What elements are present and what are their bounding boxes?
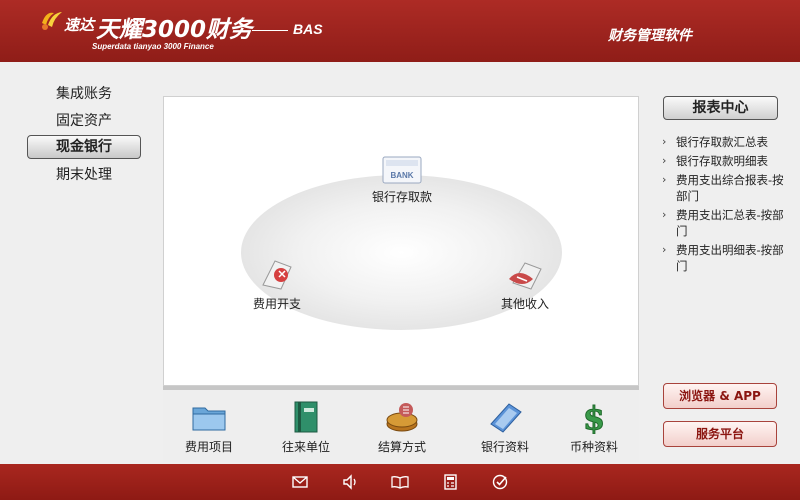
flow-bank-deposit-withdraw[interactable]: BANK 银行存取款: [364, 154, 440, 205]
tool-label: 银行资料: [480, 440, 529, 454]
app-header: 速达 天耀3000财务 Superdata tianyao 3000 Finan…: [0, 0, 800, 62]
tool-label: 费用项目: [184, 440, 233, 454]
nav-item-label: 集成账务: [56, 86, 112, 102]
flow-panel: BANK 银行存取款 费用开支 其他收入: [163, 96, 639, 386]
flow-other-income[interactable]: 其他收入: [492, 257, 558, 312]
service-platform-label: 服务平台: [695, 427, 744, 441]
chevron-right-icon: ›: [662, 173, 667, 186]
chevron-right-icon: ›: [662, 243, 667, 256]
product-name: 财务管理软件: [608, 28, 692, 44]
brand-divider: [252, 30, 288, 31]
book-icon: [294, 401, 318, 433]
coins-icon: [386, 403, 418, 432]
report-link[interactable]: › 银行存取款明细表: [661, 153, 793, 169]
tool-expense-items[interactable]: 费用项目: [164, 400, 254, 455]
tool-currency-info[interactable]: $ 币种资料: [549, 400, 639, 455]
chevron-right-icon: ›: [662, 154, 667, 167]
report-link-label: 费用支出综合报表-按部门: [676, 173, 784, 203]
report-link[interactable]: › 费用支出综合报表-按部门: [661, 172, 793, 204]
nav-item-cash-bank[interactable]: 现金银行: [27, 135, 141, 159]
browser-app-label: 浏览器 & APP: [679, 389, 761, 403]
brand-english: Superdata tianyao 3000 Finance: [92, 42, 214, 51]
bank-icon-text: BANK: [390, 171, 413, 180]
nav-item-period-end[interactable]: 期末处理: [27, 163, 141, 187]
flow-bank-label: 银行存取款: [371, 190, 432, 204]
report-link[interactable]: › 费用支出汇总表-按部门: [661, 207, 793, 239]
report-link-label: 银行存取款汇总表: [676, 135, 768, 149]
brand-edition: BAS: [293, 21, 323, 37]
income-icon: [509, 262, 542, 290]
service-platform-button[interactable]: 服务平台: [663, 421, 777, 447]
nav-item-label: 期末处理: [56, 167, 112, 183]
tool-trading-units[interactable]: 往来单位: [261, 400, 351, 455]
flow-income-label: 其他收入: [500, 297, 549, 311]
expense-icon: [262, 260, 292, 290]
chevron-right-icon: ›: [662, 208, 667, 221]
speaker-icon[interactable]: [341, 473, 359, 491]
tool-label: 往来单位: [281, 440, 330, 454]
report-link[interactable]: › 银行存取款汇总表: [661, 134, 793, 150]
report-list: › 银行存取款汇总表 › 银行存取款明细表 › 费用支出综合报表-按部门 › 费…: [661, 134, 793, 277]
tool-bank-info[interactable]: 银行资料: [460, 400, 550, 455]
check-icon[interactable]: [491, 473, 509, 491]
flow-expense[interactable]: 费用开支: [244, 257, 310, 312]
svg-text:$: $: [583, 400, 605, 434]
tool-label: 结算方式: [377, 440, 426, 454]
logo-icon: [42, 12, 62, 30]
nav-item-fixed-assets[interactable]: 固定资产: [27, 109, 141, 133]
report-link[interactable]: › 费用支出明细表-按部门: [661, 242, 793, 274]
nav-item-label: 固定资产: [56, 113, 112, 129]
tool-settlement-methods[interactable]: 结算方式: [357, 400, 447, 455]
calculator-icon[interactable]: [441, 473, 459, 491]
report-center-label: 报表中心: [692, 100, 749, 116]
notebook-icon: [490, 403, 522, 433]
nav-item-label: 现金银行: [56, 139, 112, 155]
footer-bar: [0, 464, 800, 500]
browser-app-button[interactable]: 浏览器 & APP: [663, 383, 777, 409]
open-book-icon[interactable]: [391, 473, 409, 491]
brand-small: 速达: [64, 16, 95, 34]
flow-expense-label: 费用开支: [252, 297, 301, 311]
basic-data-toolbar: 费用项目 往来单位 结算方式 银行资料 $ 币种资料: [163, 390, 639, 462]
report-link-label: 费用支出汇总表-按部门: [676, 208, 784, 238]
brand-title: 天耀3000财务: [96, 17, 253, 43]
folder-icon: [192, 407, 226, 431]
chevron-right-icon: ›: [662, 135, 667, 148]
report-link-label: 银行存取款明细表: [676, 154, 768, 168]
report-center-button[interactable]: 报表中心: [663, 96, 778, 120]
mail-icon[interactable]: [291, 473, 309, 491]
dollar-icon: $: [582, 400, 605, 434]
report-link-label: 费用支出明细表-按部门: [676, 243, 784, 273]
bank-icon: BANK: [382, 156, 422, 184]
nav-item-integrated-accounts[interactable]: 集成账务: [27, 82, 141, 106]
tool-label: 币种资料: [569, 440, 618, 454]
